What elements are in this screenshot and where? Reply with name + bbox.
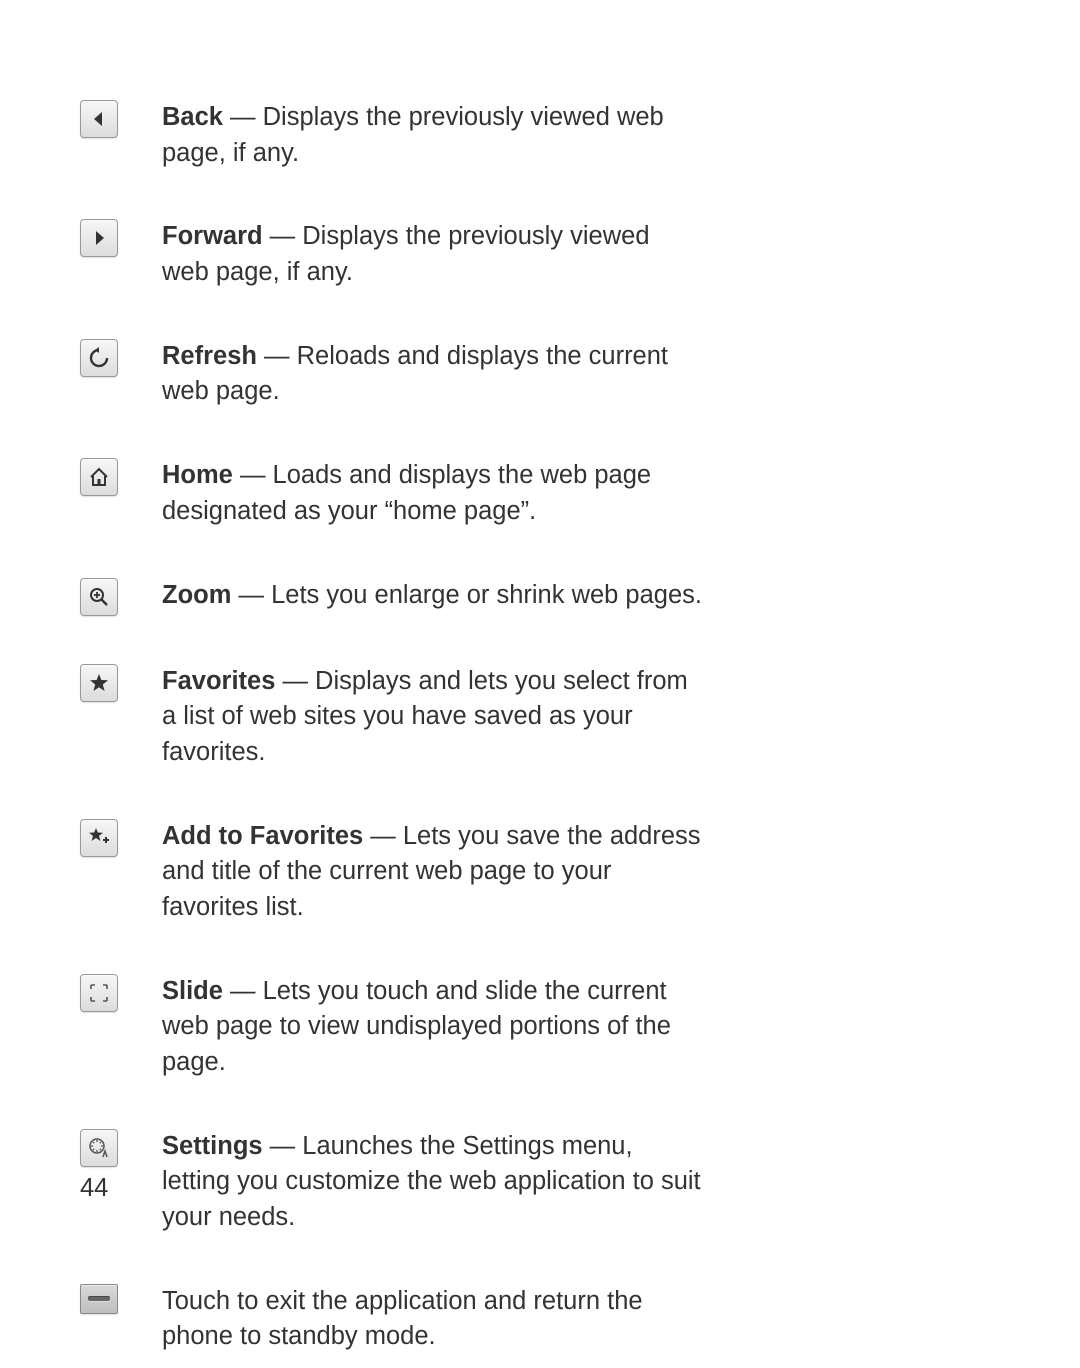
list-item: Forward — Displays the previously viewed… (80, 219, 1000, 290)
item-title: Favorites (162, 667, 275, 695)
exit-icon (80, 1284, 118, 1314)
item-text: Favorites — Displays and lets you select… (162, 664, 702, 771)
list-item: Slide — Lets you touch and slide the cur… (80, 974, 1000, 1081)
home-icon (80, 458, 118, 496)
item-desc: — Lets you touch and slide the current w… (162, 977, 671, 1076)
item-text: Zoom — Lets you enlarge or shrink web pa… (162, 578, 702, 614)
refresh-icon (80, 339, 118, 377)
list-item: Refresh — Reloads and displays the curre… (80, 339, 1000, 410)
favorites-icon (80, 664, 118, 702)
list-item: Favorites — Displays and lets you select… (80, 664, 1000, 771)
list-item: Zoom — Lets you enlarge or shrink web pa… (80, 578, 1000, 616)
item-title: Home (162, 461, 233, 489)
item-text: Forward — Displays the previously viewed… (162, 219, 702, 290)
item-desc: Touch to exit the application and return… (162, 1287, 643, 1351)
forward-icon (80, 219, 118, 257)
item-text: Settings — Launches the Settings menu, l… (162, 1129, 702, 1236)
list-item: Add to Favorites — Lets you save the add… (80, 819, 1000, 926)
add-favorites-icon (80, 819, 118, 857)
zoom-icon (80, 578, 118, 616)
item-desc: — Displays the previously viewed web pag… (162, 103, 664, 167)
item-title: Refresh (162, 342, 257, 370)
slide-icon (80, 974, 118, 1012)
item-title: Zoom (162, 581, 231, 609)
item-text: Refresh — Reloads and displays the curre… (162, 339, 702, 410)
item-text: Add to Favorites — Lets you save the add… (162, 819, 702, 926)
item-title: Back (162, 103, 223, 131)
list-item: Touch to exit the application and return… (80, 1284, 1000, 1355)
settings-icon (80, 1129, 118, 1167)
item-desc: — Loads and displays the web page design… (162, 461, 651, 525)
item-text: Back — Displays the previously viewed we… (162, 100, 702, 171)
item-title: Forward (162, 222, 263, 250)
item-text: Home — Loads and displays the web page d… (162, 458, 702, 529)
back-icon (80, 100, 118, 138)
list-item: Settings — Launches the Settings menu, l… (80, 1129, 1000, 1236)
item-title: Settings (162, 1132, 263, 1160)
icon-description-list: Back — Displays the previously viewed we… (80, 100, 1000, 1355)
list-item: Back — Displays the previously viewed we… (80, 100, 1000, 171)
page-number: 44 (80, 1174, 108, 1203)
list-item: Home — Loads and displays the web page d… (80, 458, 1000, 529)
item-text: Touch to exit the application and return… (162, 1284, 702, 1355)
item-title: Slide (162, 977, 223, 1005)
item-text: Slide — Lets you touch and slide the cur… (162, 974, 702, 1081)
item-title: Add to Favorites (162, 822, 363, 850)
item-desc: — Lets you enlarge or shrink web pages. (231, 581, 702, 609)
